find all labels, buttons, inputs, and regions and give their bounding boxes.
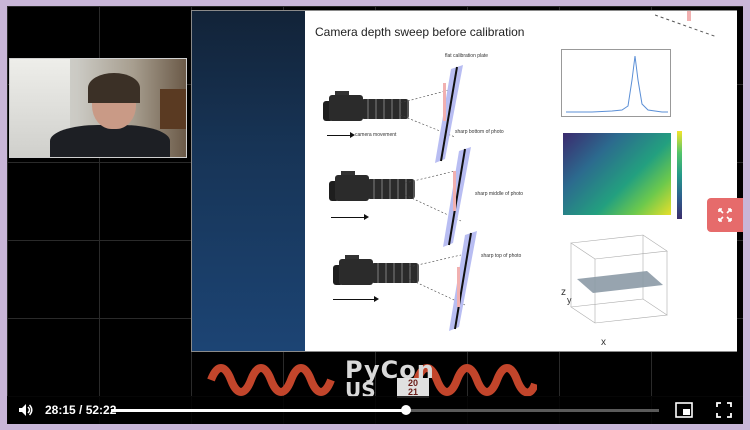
- fullscreen-button[interactable]: [715, 401, 733, 419]
- top-right-decoration: [655, 11, 718, 38]
- progress-fill: [111, 409, 407, 412]
- volume-icon: [19, 404, 33, 416]
- presentation-slide: Camera depth sweep before calibration fl…: [305, 11, 737, 351]
- histogram-plot: [561, 49, 671, 117]
- progress-bar[interactable]: [111, 405, 659, 415]
- axis-z-label: z: [561, 287, 566, 298]
- progress-handle[interactable]: [401, 405, 412, 415]
- surface-3d-plot: [570, 234, 668, 324]
- expand-arrows-icon: [718, 208, 732, 222]
- speaker-webcam: [9, 58, 187, 158]
- axis-y-label: y: [567, 295, 572, 305]
- fullscreen-icon: [716, 402, 732, 418]
- slide-area: Camera depth sweep before calibration fl…: [191, 10, 737, 352]
- expand-button[interactable]: [707, 198, 743, 232]
- picture-in-picture-button[interactable]: [675, 402, 693, 418]
- heatmap-colorbar: [677, 131, 682, 219]
- axis-x-label: x: [601, 337, 606, 348]
- volume-button[interactable]: [17, 401, 35, 419]
- heatmap-plot: [563, 133, 671, 215]
- time-display: 28:15 / 52:22: [45, 403, 117, 417]
- pycon-banner: PyCon US 20 21: [207, 354, 537, 402]
- player-controls: 28:15 / 52:22: [7, 396, 743, 424]
- pip-icon: [675, 402, 693, 418]
- year-badge: 20 21: [397, 378, 429, 398]
- video-player[interactable]: Camera depth sweep before calibration fl…: [7, 6, 743, 424]
